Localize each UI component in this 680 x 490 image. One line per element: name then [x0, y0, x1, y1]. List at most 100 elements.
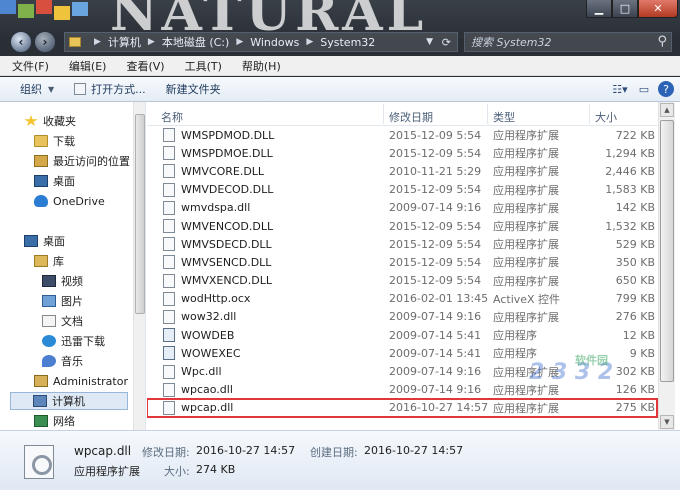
column-divider[interactable]	[487, 104, 488, 124]
file-type: 应用程序	[493, 347, 537, 361]
breadcrumb-windows[interactable]: Windows	[250, 36, 299, 49]
file-date: 2009-07-14 9:16	[389, 310, 482, 324]
back-button[interactable]: ‹	[10, 31, 32, 53]
file-size: 650 KB	[615, 274, 655, 288]
library-icon	[34, 255, 48, 267]
details-type: 应用程序扩展	[74, 465, 140, 478]
watermark: 2 3 3 2 软件园	[529, 354, 614, 385]
nav-administrator[interactable]: Administrator	[34, 372, 128, 390]
file-type: 应用程序扩展	[493, 310, 559, 324]
file-row[interactable]: WMVSDECD.DLL 2015-12-09 5:54 应用程序扩展 529 KB	[147, 235, 657, 253]
column-divider[interactable]	[589, 104, 590, 124]
nav-pictures[interactable]: 图片	[42, 292, 83, 310]
music-icon	[42, 355, 56, 367]
file-row[interactable]: WOWDEB 2009-07-14 5:41 应用程序 12 KB	[147, 326, 657, 344]
content-area: 收藏夹 下载 最近访问的位置 桌面 OneDrive 桌面 库 视频 图片 文档…	[0, 102, 680, 430]
minimize-button[interactable]: ▁	[586, 0, 612, 18]
column-modified[interactable]: 修改日期	[389, 109, 433, 125]
nav-onedrive[interactable]: OneDrive	[34, 192, 105, 210]
scroll-down-icon[interactable]: ▼	[660, 415, 674, 429]
file-date: 2009-07-14 5:41	[389, 328, 482, 342]
column-size[interactable]: 大小	[595, 109, 617, 125]
maximize-button[interactable]: □	[612, 0, 638, 18]
search-icon[interactable]: ⚲	[657, 34, 667, 49]
open-with-button[interactable]: 打开方式...	[64, 81, 156, 97]
file-size: 350 KB	[615, 255, 655, 269]
details-filename: wpcap.dll	[74, 444, 132, 458]
close-button[interactable]: ✕	[638, 0, 678, 18]
nav-desktop-favorite[interactable]: 桌面	[34, 172, 75, 190]
forward-button[interactable]: ›	[34, 31, 56, 53]
file-name: wow32.dll	[181, 310, 237, 324]
menu-file[interactable]: 文件(F)	[0, 58, 57, 74]
menu-help[interactable]: 帮助(H)	[230, 58, 289, 74]
file-icon	[163, 146, 175, 161]
new-folder-button[interactable]: 新建文件夹	[156, 81, 231, 97]
file-type: 应用程序扩展	[493, 274, 559, 288]
menu-view[interactable]: 查看(V)	[114, 58, 172, 74]
nav-desktop[interactable]: 桌面	[24, 232, 65, 250]
file-date: 2015-12-09 5:54	[389, 183, 482, 197]
nav-music[interactable]: 音乐	[42, 352, 83, 370]
breadcrumb-system32[interactable]: System32	[320, 36, 375, 49]
file-row[interactable]: wpcap.dll 2016-10-27 14:57 应用程序扩展 275 KB	[147, 397, 658, 419]
column-divider[interactable]	[383, 104, 384, 124]
breadcrumb-computer[interactable]: 计算机	[108, 34, 141, 50]
desktop-icon	[34, 175, 48, 187]
view-controls: ☷▾ ▭ ?	[606, 81, 674, 97]
nav-downloads[interactable]: 下载	[34, 132, 75, 150]
file-row[interactable]: WMVXENCD.DLL 2015-12-09 5:54 应用程序扩展 650 KB	[147, 272, 657, 290]
file-name: wmvdspa.dll	[181, 201, 251, 215]
nav-libraries[interactable]: 库	[34, 252, 64, 270]
file-row[interactable]: wmvdspa.dll 2009-07-14 9:16 应用程序扩展 142 KB	[147, 199, 657, 217]
file-size: 529 KB	[615, 237, 655, 251]
nav-favorites[interactable]: 收藏夹	[24, 112, 76, 130]
network-icon	[34, 415, 48, 427]
file-date: 2015-12-09 5:54	[389, 219, 482, 233]
file-row[interactable]: wow32.dll 2009-07-14 9:16 应用程序扩展 276 KB	[147, 308, 657, 326]
document-icon	[42, 315, 56, 327]
nav-videos[interactable]: 视频	[42, 272, 83, 290]
dll-file-icon	[24, 445, 54, 479]
menu-edit[interactable]: 编辑(E)	[57, 58, 115, 74]
nav-network[interactable]: 网络	[34, 412, 75, 430]
nav-recent[interactable]: 最近访问的位置	[34, 152, 130, 170]
menu-tools[interactable]: 工具(T)	[173, 58, 230, 74]
file-row[interactable]: WMVCORE.DLL 2010-11-21 5:29 应用程序扩展 2,446 KB	[147, 162, 657, 180]
file-list-scrollbar[interactable]: ▲ ▼	[658, 102, 675, 430]
open-with-icon	[74, 83, 87, 95]
file-row[interactable]: WMVSENCD.DLL 2015-12-09 5:54 应用程序扩展 350 KB	[147, 253, 657, 271]
file-row[interactable]: WMVDECOD.DLL 2015-12-09 5:54 应用程序扩展 1,583 K…	[147, 181, 657, 199]
breadcrumb-drive[interactable]: 本地磁盘 (C:)	[162, 34, 229, 50]
navigation-pane: 收藏夹 下载 最近访问的位置 桌面 OneDrive 桌面 库 视频 图片 文档…	[0, 102, 146, 430]
search-input[interactable]: 搜索 System32 ⚲	[464, 32, 672, 52]
dropdown-icon[interactable]: ▼	[426, 37, 433, 47]
scroll-up-icon[interactable]: ▲	[660, 103, 674, 117]
file-row[interactable]: WMVENCOD.DLL 2015-12-09 5:54 应用程序扩展 1,532 K…	[147, 217, 657, 235]
column-name[interactable]: 名称	[161, 109, 183, 125]
file-list-scroll-thumb[interactable]	[660, 120, 674, 382]
nav-thunder-downloads[interactable]: 迅雷下载	[42, 332, 105, 350]
nav-documents[interactable]: 文档	[42, 312, 83, 330]
file-icon	[163, 219, 175, 234]
file-size: 9 KB	[629, 346, 655, 360]
nav-scrollbar[interactable]	[133, 102, 145, 430]
organize-button[interactable]: 组织 ▼	[0, 81, 64, 97]
file-row[interactable]: WMSPDMOD.DLL 2015-12-09 5:54 应用程序扩展 722 KB	[147, 126, 657, 144]
file-icon	[163, 200, 175, 215]
address-bar[interactable]: ▶ 计算机 ▶ 本地磁盘 (C:) ▶ Windows ▶ System32 ▼…	[64, 32, 458, 52]
nav-computer[interactable]: 计算机	[10, 392, 128, 410]
file-row[interactable]: WMSPDMOE.DLL 2015-12-09 5:54 应用程序扩展 1,294 K…	[147, 144, 657, 162]
file-row[interactable]: wodHttp.ocx 2016-02-01 13:45 ActiveX 控件 799…	[147, 290, 657, 308]
preview-pane-icon[interactable]: ▭	[634, 81, 654, 97]
help-icon[interactable]: ?	[658, 81, 674, 97]
column-type[interactable]: 类型	[493, 109, 515, 125]
toolbar: 组织 ▼ 打开方式... 新建文件夹 ☷▾ ▭ ?	[0, 77, 680, 102]
view-options-icon[interactable]: ☷▾	[610, 81, 630, 97]
file-size: 2,446 KB	[605, 164, 655, 178]
file-size: 142 KB	[615, 201, 655, 215]
refresh-icon[interactable]: ⟳	[442, 36, 451, 49]
file-name: WMVSDECD.DLL	[181, 237, 272, 251]
nav-scroll-thumb[interactable]	[135, 114, 145, 314]
chevron-right-icon: ▶	[306, 37, 314, 47]
